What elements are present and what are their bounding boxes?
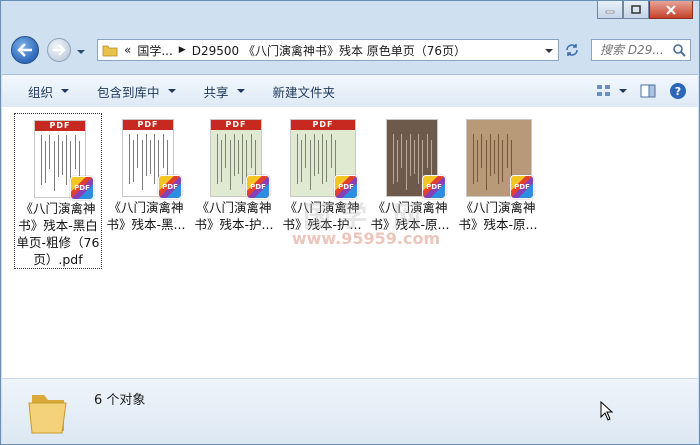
item-count: 6 个对象 [94,393,146,408]
arrow-left-icon [17,43,32,57]
refresh-icon [566,44,578,56]
file-name: 《八门演禽神书》残本-黑... [106,200,186,232]
command-bar: 组织 包含到库中 共享 新建文件夹 ? [2,74,698,108]
file-item[interactable]: PDF PDF 《八门演禽神书》残本-护... [190,113,278,269]
include-in-library-label: 包含到库中 [97,84,160,100]
pdf-thumbnail: PDF [378,115,446,199]
close-icon [666,4,676,15]
file-name: 《八门演禽神书》残本-黑白单页-粗修（76页）.pdf [16,201,100,267]
pdf-app-icon: PDF [70,176,94,200]
file-list-pane[interactable]: PDF PDF 《八门演禽神书》残本-黑白单页-粗修（76页）.pdf PDF … [2,107,698,379]
pdf-app-icon: PDF [510,175,534,199]
details-pane: 6 个对象 [2,379,698,444]
view-options-button[interactable] [616,79,630,103]
forward-button[interactable] [47,38,71,62]
close-button[interactable] [649,1,693,19]
recent-pages-button[interactable] [76,45,86,59]
share-label: 共享 [203,84,229,100]
file-name: 《八门演禽神书》残本-原... [458,200,538,232]
minimize-icon [605,10,615,13]
pdf-label: PDF [291,120,355,130]
arrow-right-icon [53,44,66,56]
chevron-down-icon [167,89,176,93]
help-icon: ? [670,83,686,99]
organize-button[interactable]: 组织 [2,79,83,103]
file-item[interactable]: PDF 《八门演禽神书》残本-原... [454,113,542,269]
preview-pane-icon [640,84,656,98]
breadcrumb-prefix[interactable]: « [124,43,131,57]
chevron-down-icon [236,89,245,93]
new-folder-button[interactable]: 新建文件夹 [259,79,350,103]
pdf-app-icon: PDF [246,175,270,199]
pdf-label: PDF [211,120,261,130]
file-name: 《八门演禽神书》残本-原... [370,200,450,232]
breadcrumb: « 国学... ▶ D29500 《八门演禽神书》残本 原色单页（76页） [118,42,466,59]
search-input[interactable] [598,42,674,58]
search-icon[interactable] [672,43,686,57]
pdf-app-icon: PDF [334,175,358,199]
svg-text:?: ? [675,85,681,98]
refresh-button[interactable] [561,39,583,61]
chevron-down-icon [61,89,70,93]
breadcrumb-separator-icon: ▶ [178,45,186,55]
file-item[interactable]: PDF PDF 《八门演禽神书》残本-黑白单页-粗修（76页）.pdf [14,113,102,269]
back-button[interactable] [11,36,39,64]
window-controls [597,1,693,19]
pdf-thumbnail: PDF PDF [202,115,270,199]
view-grid-icon [597,85,610,96]
organize-label: 组织 [28,84,54,100]
pdf-label: PDF [35,121,85,131]
explorer-window: « 国学... ▶ D29500 《八门演禽神书》残本 原色单页（76页） 组织… [0,0,700,445]
file-item[interactable]: PDF 《八门演禽神书》残本-原... [366,113,454,269]
pdf-app-icon: PDF [158,175,182,199]
maximize-icon [631,4,641,14]
file-name: 《八门演禽神书》残本-护... [194,200,274,232]
folder-icon [102,45,118,57]
file-item[interactable]: PDF PDF 《八门演禽神书》残本-黑... [102,113,190,269]
search-box[interactable] [591,39,691,61]
file-item[interactable]: PDF PDF 《八门演禽神书》残本-护... [278,113,366,269]
view-controls: ? [586,79,690,103]
file-name: 《八门演禽神书》残本-护... [282,200,362,232]
pdf-thumbnail: PDF PDF [290,115,358,199]
minimize-button[interactable] [597,1,623,19]
change-view-button[interactable] [592,79,616,103]
include-in-library-button[interactable]: 包含到库中 [83,79,190,103]
pdf-label: PDF [123,120,173,130]
preview-pane-button[interactable] [636,79,660,103]
navigation-bar: « 国学... ▶ D29500 《八门演禽神书》残本 原色单页（76页） [9,35,691,65]
file-grid: PDF PDF 《八门演禽神书》残本-黑白单页-粗修（76页）.pdf PDF … [14,113,542,269]
pdf-thumbnail: PDF PDF [114,115,182,199]
address-dropdown-icon[interactable] [544,47,554,55]
pdf-thumbnail: PDF PDF [26,116,94,200]
mouse-cursor-icon [600,401,614,421]
help-button[interactable]: ? [666,79,690,103]
folder-icon [28,395,67,434]
pdf-thumbnail: PDF [466,115,534,199]
chevron-down-icon [77,50,85,54]
new-folder-label: 新建文件夹 [272,84,336,100]
chevron-down-icon [619,89,627,93]
maximize-button[interactable] [623,1,649,19]
share-button[interactable]: 共享 [190,79,259,103]
pdf-app-icon: PDF [422,175,446,199]
breadcrumb-item-guoxue[interactable]: 国学... [137,42,172,59]
breadcrumb-item-current[interactable]: D29500 《八门演禽神书》残本 原色单页（76页） [192,42,466,59]
address-bar[interactable]: « 国学... ▶ D29500 《八门演禽神书》残本 原色单页（76页） [97,39,559,61]
